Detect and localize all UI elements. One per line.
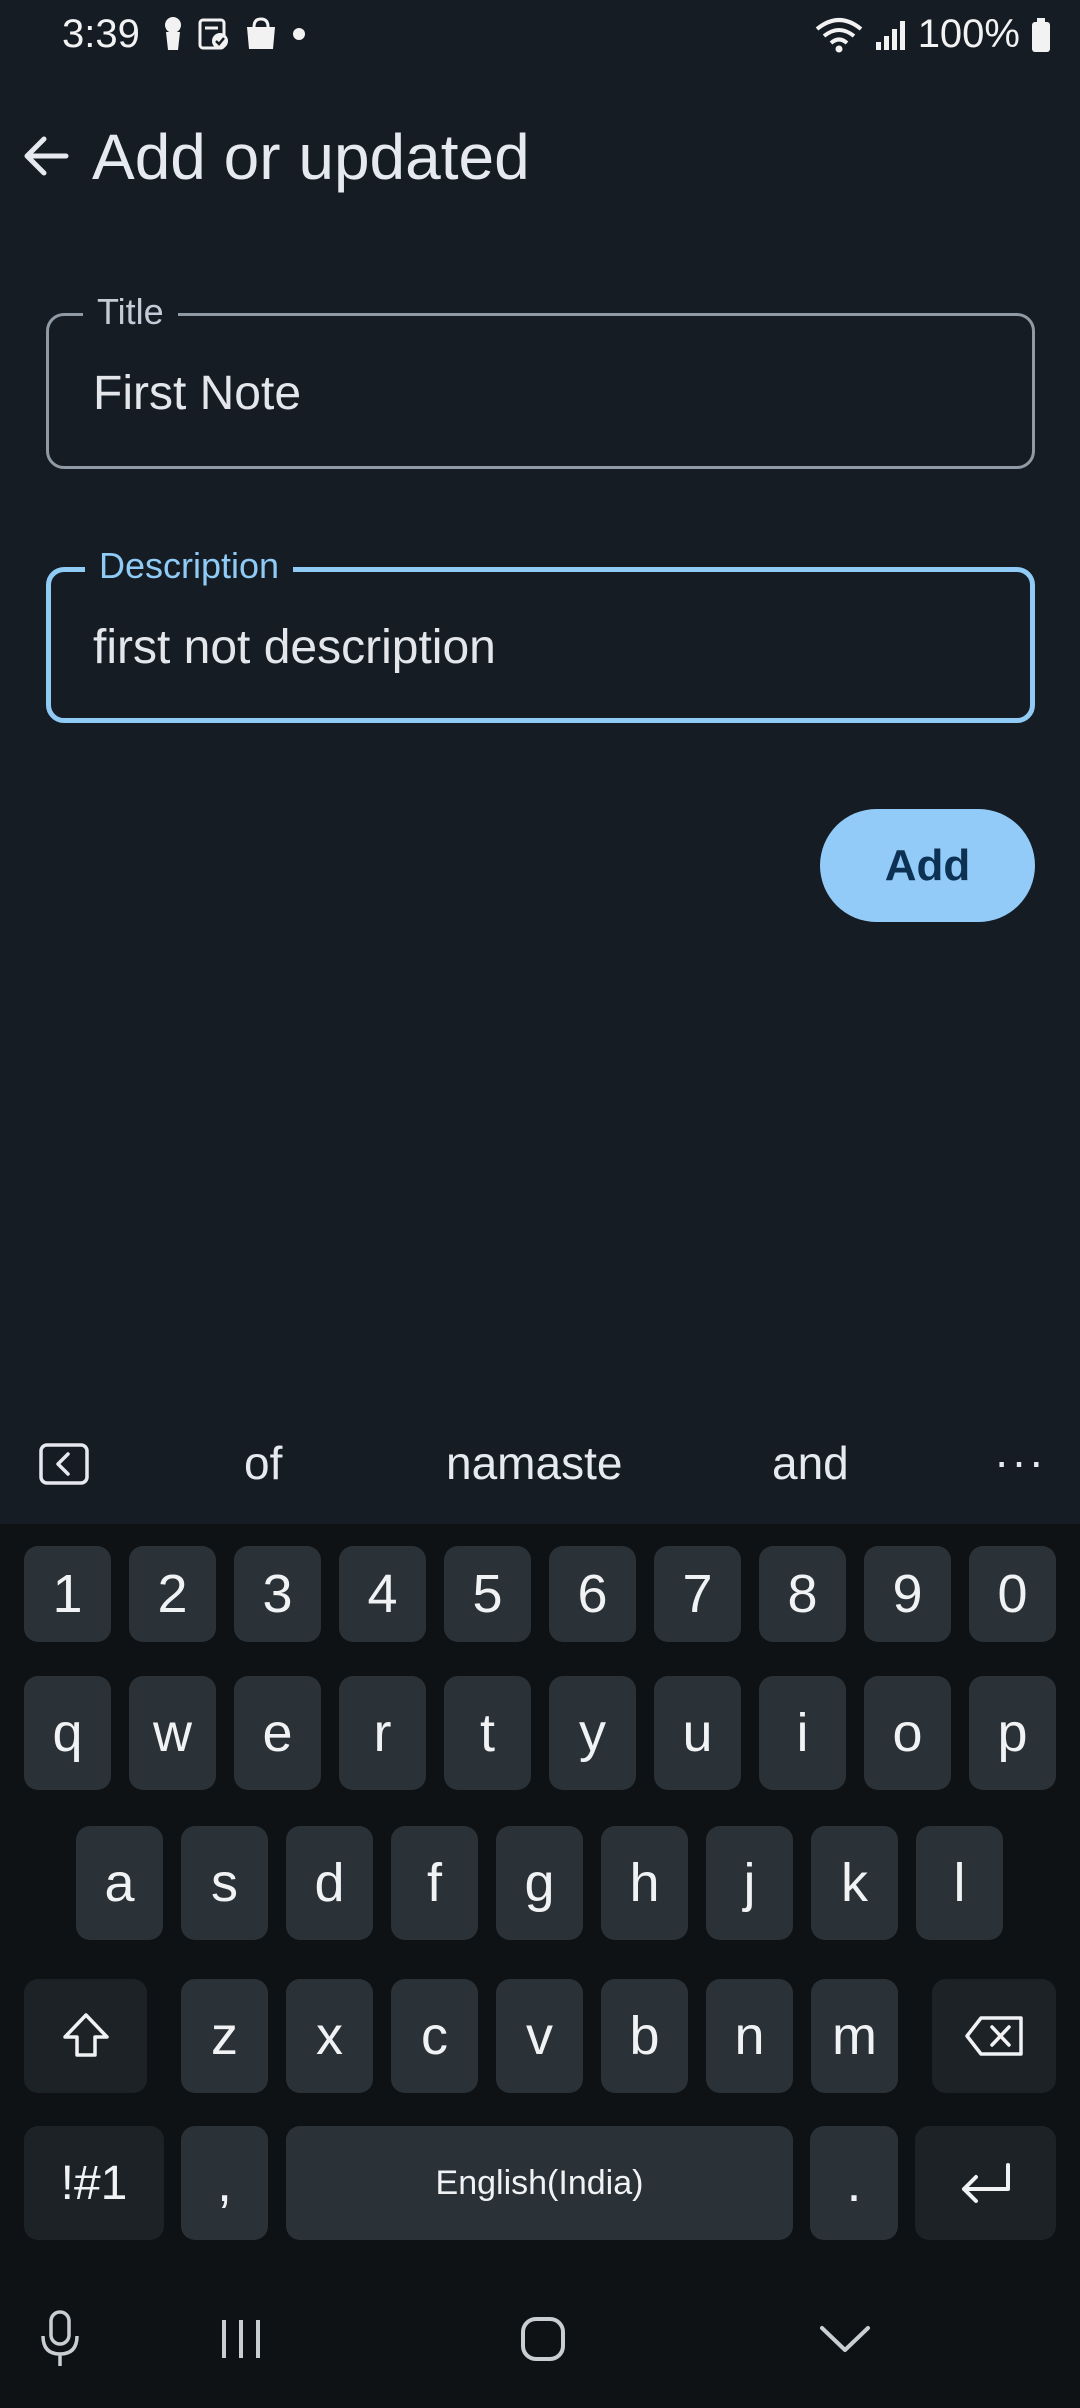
keyboard-suggestion-bar: of namaste and ··· bbox=[0, 1412, 1080, 1524]
shift-icon bbox=[62, 2013, 109, 2057]
keyboard-hide-icon[interactable] bbox=[810, 2309, 880, 2369]
shift-key[interactable] bbox=[24, 1979, 147, 2093]
signal-icon bbox=[875, 20, 905, 50]
wifi-icon bbox=[815, 17, 862, 52]
battery-icon bbox=[1032, 17, 1050, 52]
letter-key-k[interactable]: k bbox=[811, 1826, 898, 1940]
letter-key-i[interactable]: i bbox=[759, 1676, 846, 1790]
shopping-bag-icon bbox=[247, 17, 275, 49]
number-key-1[interactable]: 1 bbox=[24, 1546, 111, 1642]
title-input[interactable]: First Note bbox=[93, 366, 993, 421]
number-key-0[interactable]: 0 bbox=[969, 1546, 1056, 1642]
more-options-icon[interactable]: ··· bbox=[994, 1434, 1046, 1488]
dot-icon bbox=[293, 28, 305, 40]
number-key-8[interactable]: 8 bbox=[759, 1546, 846, 1642]
system-icons: 100% bbox=[814, 12, 1052, 57]
app-bar: Add or updated bbox=[0, 110, 1080, 210]
status-time: 3:39 bbox=[62, 12, 140, 56]
letter-key-s[interactable]: s bbox=[181, 1826, 268, 1940]
comma-key[interactable]: , bbox=[181, 2126, 268, 2240]
arrow-left-icon bbox=[24, 136, 69, 176]
suggestion-3[interactable]: and bbox=[772, 1436, 849, 1490]
number-key-6[interactable]: 6 bbox=[549, 1546, 636, 1642]
letter-key-d[interactable]: d bbox=[286, 1826, 373, 1940]
number-key-5[interactable]: 5 bbox=[444, 1546, 531, 1642]
back-button[interactable] bbox=[18, 128, 74, 184]
letter-key-c[interactable]: c bbox=[391, 1979, 478, 2093]
title-field[interactable]: Title First Note bbox=[46, 290, 1035, 469]
letter-key-p[interactable]: p bbox=[969, 1676, 1056, 1790]
letter-key-v[interactable]: v bbox=[496, 1979, 583, 2093]
keyboard-collapse-icon[interactable] bbox=[38, 1442, 90, 1486]
status-bar: 3:39 100% bbox=[0, 0, 1080, 70]
number-key-7[interactable]: 7 bbox=[654, 1546, 741, 1642]
description-field[interactable]: Description first not description bbox=[46, 544, 1035, 723]
recent-apps-icon[interactable] bbox=[206, 2309, 276, 2369]
on-screen-keyboard: !#1 , English(India) . 1234567890 qwertyu… bbox=[0, 1524, 1080, 2408]
letter-key-t[interactable]: t bbox=[444, 1676, 531, 1790]
backspace-icon bbox=[965, 2016, 1023, 2056]
suggestion-1[interactable]: of bbox=[244, 1436, 282, 1490]
title-field-label: Title bbox=[83, 290, 178, 334]
number-key-9[interactable]: 9 bbox=[864, 1546, 951, 1642]
home-icon[interactable] bbox=[508, 2309, 578, 2369]
suggestion-2[interactable]: namaste bbox=[446, 1436, 622, 1490]
space-key[interactable]: English(India) bbox=[286, 2126, 793, 2240]
letter-key-m[interactable]: m bbox=[811, 1979, 898, 2093]
letter-key-u[interactable]: u bbox=[654, 1676, 741, 1790]
symbols-key[interactable]: !#1 bbox=[24, 2126, 164, 2240]
letter-key-r[interactable]: r bbox=[339, 1676, 426, 1790]
person-icon bbox=[165, 17, 181, 50]
letter-key-q[interactable]: q bbox=[24, 1676, 111, 1790]
letter-key-g[interactable]: g bbox=[496, 1826, 583, 1940]
letter-key-h[interactable]: h bbox=[601, 1826, 688, 1940]
clipboard-check-icon bbox=[198, 18, 228, 50]
number-key-2[interactable]: 2 bbox=[129, 1546, 216, 1642]
letter-key-e[interactable]: e bbox=[234, 1676, 321, 1790]
number-key-3[interactable]: 3 bbox=[234, 1546, 321, 1642]
backspace-key[interactable] bbox=[932, 1979, 1056, 2093]
letter-key-y[interactable]: y bbox=[549, 1676, 636, 1790]
letter-key-o[interactable]: o bbox=[864, 1676, 951, 1790]
enter-icon bbox=[961, 2163, 1010, 2203]
page-title: Add or updated bbox=[92, 121, 530, 193]
letter-key-x[interactable]: x bbox=[286, 1979, 373, 2093]
period-key[interactable]: . bbox=[810, 2126, 898, 2240]
enter-key[interactable] bbox=[915, 2126, 1056, 2240]
description-field-label: Description bbox=[85, 544, 294, 588]
letter-key-b[interactable]: b bbox=[601, 1979, 688, 2093]
letter-key-f[interactable]: f bbox=[391, 1826, 478, 1940]
add-button[interactable]: Add bbox=[820, 809, 1035, 922]
letter-key-j[interactable]: j bbox=[706, 1826, 793, 1940]
letter-key-l[interactable]: l bbox=[916, 1826, 1003, 1940]
letter-key-n[interactable]: n bbox=[706, 1979, 793, 2093]
letter-key-w[interactable]: w bbox=[129, 1676, 216, 1790]
description-input[interactable]: first not description bbox=[93, 620, 993, 675]
notification-icons bbox=[162, 16, 306, 52]
battery-percent: 100% bbox=[917, 12, 1020, 56]
microphone-icon[interactable] bbox=[32, 2304, 88, 2374]
number-key-4[interactable]: 4 bbox=[339, 1546, 426, 1642]
letter-key-a[interactable]: a bbox=[76, 1826, 163, 1940]
letter-key-z[interactable]: z bbox=[181, 1979, 268, 2093]
